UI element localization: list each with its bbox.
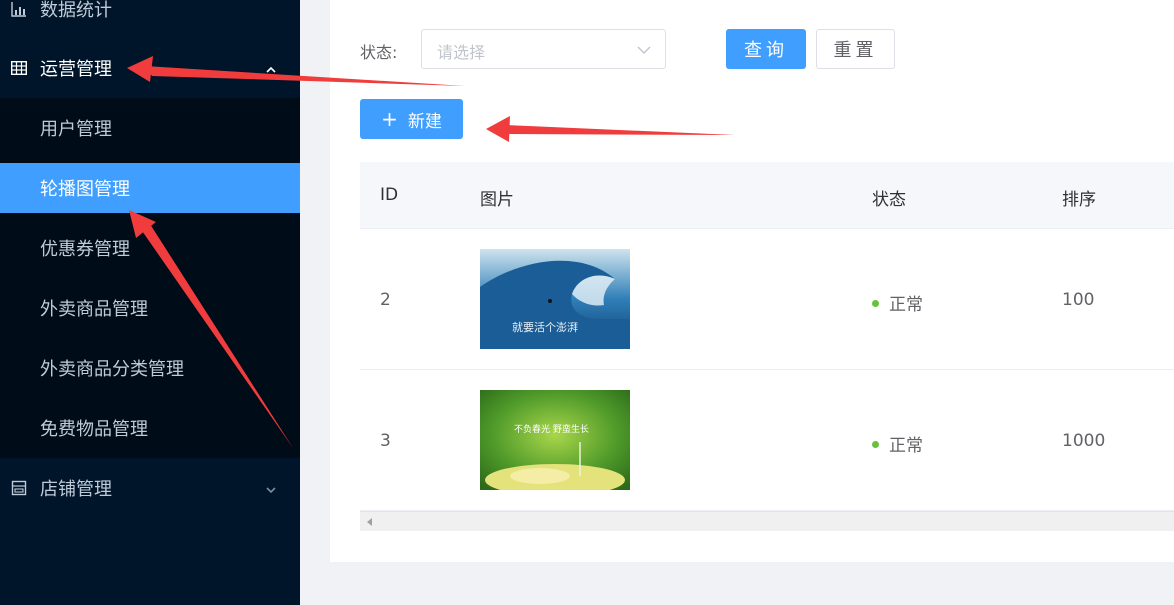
query-button[interactable]: 查询: [726, 29, 806, 69]
status-filter-label: 状态:: [360, 43, 398, 62]
status-text: 正常: [889, 436, 923, 456]
column-header-image: 图片: [480, 190, 514, 210]
row-id: 3: [380, 431, 391, 451]
horizontal-scrollbar[interactable]: [360, 511, 1174, 531]
carousel-image: 就要活个澎湃: [480, 249, 630, 349]
menu-item-operations[interactable]: 运营管理: [0, 38, 300, 98]
sidebar-item-label: 优惠券管理: [40, 239, 130, 260]
grid-icon: [10, 59, 28, 77]
new-button[interactable]: + 新建: [360, 99, 463, 139]
chevron-up-icon: [264, 61, 278, 75]
sidebar-item-takeout-categories[interactable]: 外卖商品分类管理: [0, 343, 300, 393]
image-caption: 不负春光 野蛮生长: [514, 423, 589, 435]
image-caption: 就要活个澎湃: [512, 320, 578, 334]
column-header-status: 状态: [872, 190, 906, 210]
status-dot: [872, 440, 879, 448]
menu-item-label: 运营管理: [40, 59, 112, 80]
menu-item-label: 数据统计: [40, 0, 112, 21]
sidebar-item-label: 免费物品管理: [40, 419, 148, 440]
sidebar-item-label: 用户管理: [40, 119, 112, 140]
sidebar-item-label: 轮播图管理: [40, 179, 130, 200]
sidebar-item-coupons[interactable]: 优惠券管理: [0, 223, 300, 273]
status-text: 正常: [889, 295, 923, 315]
sidebar-item-takeout-goods[interactable]: 外卖商品管理: [0, 283, 300, 333]
column-header-sort: 排序: [1062, 190, 1096, 210]
sidebar-item-free-items[interactable]: 免费物品管理: [0, 403, 300, 453]
status-badge: 正常: [872, 431, 923, 456]
status-badge: 正常: [872, 290, 923, 315]
reset-button[interactable]: 重置: [816, 29, 895, 69]
shop-icon: [10, 479, 28, 497]
new-button-label: 新建: [407, 111, 442, 132]
sidebar-item-users[interactable]: 用户管理: [0, 103, 300, 153]
sidebar: 数据统计 运营管理 用户管理 轮播图管理 优惠券管理 外卖商品管理 外卖商品分类…: [0, 0, 300, 605]
row-sort: 100: [1062, 290, 1095, 310]
submenu: 用户管理 轮播图管理 优惠券管理 外卖商品管理 外卖商品分类管理 免费物品管理: [0, 98, 300, 458]
column-header-id: ID: [380, 185, 399, 205]
table-row: 3 不负春光 野蛮生长 正常 1000: [360, 370, 1174, 511]
status-dot: [872, 299, 879, 307]
menu-item-shop[interactable]: 店铺管理: [0, 458, 300, 518]
sidebar-item-label: 外卖商品分类管理: [40, 359, 184, 380]
row-id: 2: [380, 290, 391, 310]
status-select[interactable]: 请选择: [421, 29, 666, 69]
main-panel: 状态: 请选择 查询 重置 + 新建 ID 图片 状态 排序 2 就要活个澎湃 …: [330, 0, 1174, 562]
chevron-down-icon: [264, 481, 278, 495]
scroll-left-icon[interactable]: [367, 518, 372, 526]
sidebar-item-carousel[interactable]: 轮播图管理: [0, 163, 300, 213]
table-row: 2 就要活个澎湃 正常 100: [360, 229, 1174, 370]
status-select-placeholder: 请选择: [437, 43, 486, 62]
menu-item-label: 店铺管理: [40, 479, 112, 500]
sidebar-item-label: 外卖商品管理: [40, 299, 148, 320]
table-header: ID 图片 状态 排序: [360, 162, 1174, 229]
dropdown-arrow-icon: [637, 43, 651, 57]
row-sort: 1000: [1062, 431, 1106, 451]
carousel-image: 不负春光 野蛮生长: [480, 390, 630, 490]
plus-icon: +: [381, 107, 398, 131]
menu-item-stats[interactable]: 数据统计: [0, 0, 300, 39]
bar-chart-icon: [10, 0, 28, 18]
